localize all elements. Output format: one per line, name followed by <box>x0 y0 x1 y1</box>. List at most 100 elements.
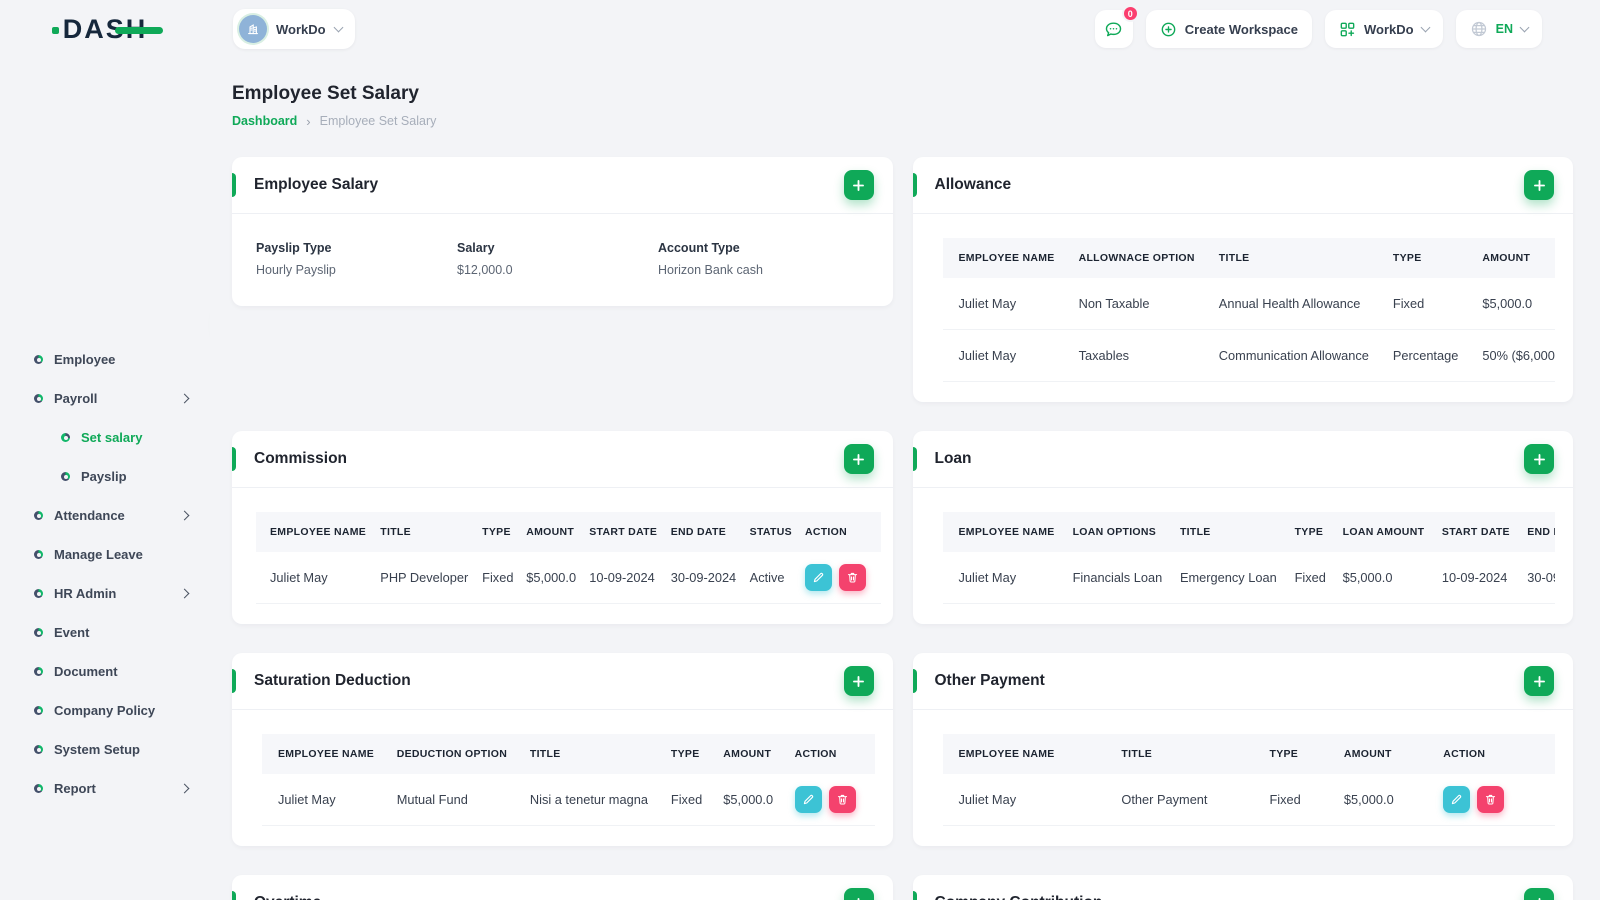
cards-grid: Employee Salary Payslip Type Hourly Pays… <box>232 157 1573 900</box>
column-header: ACTION <box>798 512 881 552</box>
building-icon <box>248 24 258 35</box>
edit-button[interactable] <box>804 564 832 591</box>
add-overtime-button[interactable] <box>843 888 874 900</box>
table-cell: $5,000.0 <box>1334 552 1434 604</box>
breadcrumb-dashboard-link[interactable]: Dashboard <box>232 114 297 128</box>
edit-button[interactable] <box>1443 786 1471 813</box>
plus-icon <box>1533 453 1545 465</box>
row-actions <box>798 552 881 604</box>
table-cell: Juliet May <box>942 774 1110 826</box>
column-header: LOAN AMOUNT <box>1334 512 1434 552</box>
sidebar-item-company-policy[interactable]: Company Policy <box>12 691 198 730</box>
chevron-right-icon <box>179 588 190 599</box>
bullet-icon <box>34 706 43 715</box>
plus-circle-icon <box>1161 22 1176 36</box>
sidebar-item-manage-leave[interactable]: Manage Leave <box>12 535 198 574</box>
pencil-icon <box>1452 794 1462 805</box>
card-title: Overtime <box>254 894 321 900</box>
sidebar-item-document[interactable]: Document <box>12 652 198 691</box>
table-cell: Percentage <box>1380 329 1471 382</box>
bullet-icon <box>34 394 43 403</box>
table-header-row: EMPLOYEE NAME TITLE TYPE AMOUNT ACTION <box>942 734 1555 774</box>
column-header: STATUS <box>743 512 799 552</box>
plus-icon <box>853 179 864 191</box>
add-employee-salary-button[interactable] <box>843 170 874 200</box>
field-label: Account Type <box>658 241 740 255</box>
table-cell: Fixed <box>476 552 521 604</box>
workdo-menu-label: WorkDo <box>1364 21 1414 37</box>
column-header: EMPLOYEE NAME <box>942 238 1067 278</box>
add-company-contribution-button[interactable] <box>1524 888 1554 900</box>
trash-icon <box>847 572 858 583</box>
column-header: AMOUNT <box>713 734 785 774</box>
add-saturation-deduction-button[interactable] <box>843 666 874 696</box>
column-header: TITLE <box>519 734 661 774</box>
sidebar-item-attendance[interactable]: Attendance <box>12 496 198 535</box>
add-allowance-button[interactable] <box>1524 170 1554 200</box>
breadcrumb: Dashboard › Employee Set Salary <box>232 114 1573 128</box>
sidebar-item-label: HR Admin <box>54 586 117 601</box>
table-row: Juliet May Mutual Fund Nisi a tenetur magn… <box>262 774 875 826</box>
table-cell: Juliet May <box>942 329 1067 382</box>
table-header-row: EMPLOYEE NAME TITLE TYPE AMOUNT START DATE EN… <box>256 512 881 552</box>
column-header: TITLE <box>1206 238 1381 278</box>
sidebar-item-event[interactable]: Event <box>12 613 198 652</box>
plus-icon <box>1533 675 1545 687</box>
bullet-icon <box>34 355 43 364</box>
card-title: Allowance <box>934 176 1012 193</box>
delete-button[interactable] <box>838 564 866 591</box>
table-cell: Juliet May <box>942 278 1067 330</box>
sidebar-item-report[interactable]: Report <box>12 769 198 808</box>
commission-card: Commission EMPLOYEE NAME TITLE TYPE AMOUNT S… <box>232 431 893 624</box>
column-header: AMOUNT <box>1331 734 1432 774</box>
sidebar-item-employee[interactable]: Employee <box>12 340 198 379</box>
plus-icon <box>1538 897 1540 900</box>
card-title: Other Payment <box>934 672 1045 689</box>
column-header: TITLE <box>374 512 477 552</box>
main-content: Employee Set Salary Dashboard › Employee… <box>210 58 1600 900</box>
allowance-card: Allowance EMPLOYEE NAME ALLOWNACE OPTION T… <box>912 157 1573 402</box>
edit-button[interactable] <box>794 786 822 813</box>
add-loan-button[interactable] <box>1524 444 1554 474</box>
create-workspace-button[interactable]: Create Workspace <box>1145 10 1313 48</box>
other-payment-table: EMPLOYEE NAME TITLE TYPE AMOUNT ACTION Juliet… <box>942 734 1555 826</box>
table-cell: Active <box>743 552 799 604</box>
loan-table: EMPLOYEE NAME LOAN OPTIONS TITLE TYPE LOAN A… <box>942 512 1555 604</box>
column-header: END DATE <box>664 512 744 552</box>
column-header: TYPE <box>660 734 714 774</box>
bullet-icon <box>34 589 43 598</box>
column-header: TITLE <box>1171 512 1287 552</box>
table-wrap: EMPLOYEE NAME LOAN OPTIONS TITLE TYPE LOAN A… <box>942 512 1555 604</box>
topbar-actions: 0 Create Workspace WorkDo EN <box>1094 5 1542 48</box>
table-cell: PHP Developer <box>374 552 477 604</box>
allowance-table: EMPLOYEE NAME ALLOWNACE OPTION TITLE TYPE AM… <box>942 238 1555 382</box>
plus-icon <box>857 897 860 900</box>
table-header-row: EMPLOYEE NAME ALLOWNACE OPTION TITLE TYPE AM… <box>942 238 1555 278</box>
table-row: Juliet May PHP Developer Fixed $5,000.0 10-0… <box>256 552 881 604</box>
table-cell: $5,000.0 <box>1331 774 1432 826</box>
table-wrap: EMPLOYEE NAME ALLOWNACE OPTION TITLE TYPE AM… <box>942 238 1555 382</box>
trash-icon <box>837 794 847 805</box>
add-other-payment-button[interactable] <box>1524 666 1554 696</box>
sidebar-item-payslip[interactable]: Payslip <box>12 457 198 496</box>
table-cell: Financials Loan <box>1064 552 1172 604</box>
delete-button[interactable] <box>828 786 856 813</box>
sidebar-item-set-salary[interactable]: Set salary <box>12 418 198 457</box>
messages-button[interactable]: 0 <box>1094 5 1139 48</box>
language-selector[interactable]: EN <box>1455 10 1542 48</box>
add-commission-button[interactable] <box>843 444 874 474</box>
workdo-menu-button[interactable]: WorkDo <box>1325 10 1443 48</box>
column-header: EMPLOYEE NAME <box>942 512 1065 552</box>
chevron-right-icon <box>179 510 190 521</box>
dash-logo[interactable]: DASH <box>51 15 164 43</box>
workspace-selector[interactable]: WorkDo <box>233 9 355 49</box>
workspace-avatar <box>239 15 267 43</box>
delete-button[interactable] <box>1477 786 1505 813</box>
sidebar-item-payroll[interactable]: Payroll <box>12 379 198 418</box>
column-header: TYPE <box>1257 734 1332 774</box>
sidebar-item-system-setup[interactable]: System Setup <box>12 730 198 769</box>
field-value: $12,000.0 <box>457 263 513 277</box>
sidebar-item-label: Attendance <box>54 508 125 523</box>
sidebar-item-hr-admin[interactable]: HR Admin <box>12 574 198 613</box>
table-cell: Juliet May <box>256 552 375 604</box>
